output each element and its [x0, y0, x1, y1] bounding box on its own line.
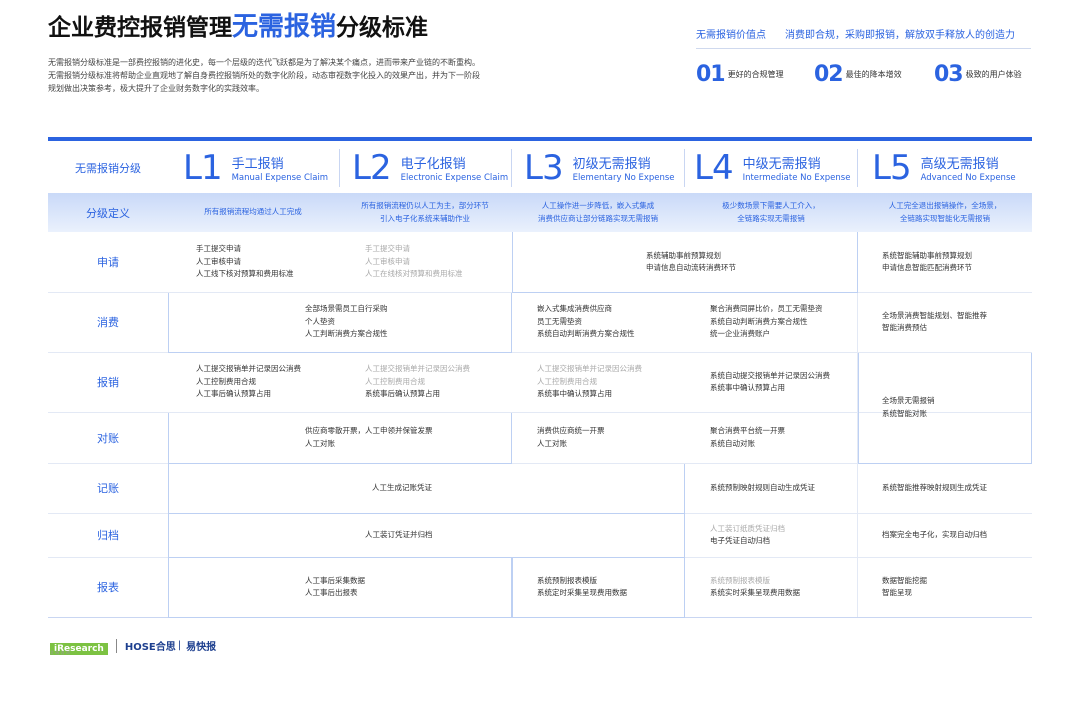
- level-header-l1: L1 手工报销 Manual Expense Claim: [183, 148, 329, 188]
- row-label-bookkeeping: 记账: [97, 482, 119, 495]
- ekuaibao-logo: 易快报: [186, 642, 217, 653]
- header-divider: [511, 149, 512, 187]
- logo-separator: |: [177, 640, 182, 651]
- cell-report-l1-l2: 人工事后采集数据 人工事后出报表: [305, 575, 365, 598]
- cell-reconcile-l3: 消费供应商统一开票 人工对账: [537, 426, 605, 448]
- row-label-definition: 分级定义: [86, 206, 130, 220]
- cell-consume-l3: 嵌入式集成消费供应商 员工无需垫资 系统自动判断消费方案合规性: [537, 304, 635, 339]
- cell-archive-l4: 人工装订纸质凭证归档 电子凭证自动归档: [710, 523, 785, 546]
- row-label-archive: 归档: [97, 529, 119, 542]
- cell-apply-l1: 手工提交申请 人工审核申请 人工线下核对预算和费用标准: [196, 244, 294, 279]
- cell-archive-l5: 档案完全电子化，实现自动归档: [882, 529, 987, 539]
- cell-bookkeeping-l1-l3: 人工生成记账凭证: [372, 482, 432, 492]
- cell-consume-l5: 全场景消费智能规划、智能推荐 智能消费预估: [882, 310, 987, 333]
- page-title: 企业费控报销管理无需报销分级标准: [48, 12, 429, 42]
- cell-claim-l1: 人工提交报销单并记录因公消费 人工控制费用合规 人工事后确认预算占用: [196, 364, 301, 399]
- cell-apply-l3-l4: 系统辅助事前预算规划 申请信息自动流转消费环节: [646, 250, 736, 273]
- row-label-claim: 报销: [97, 376, 119, 389]
- value-item: 01 更好的合规管理: [696, 62, 784, 87]
- definition-l5: 人工完全退出报销操作，全场景， 全链路实现智能化无需报销: [888, 201, 1002, 223]
- value-box-divider: [696, 48, 1031, 49]
- cell-report-l5: 数据智能挖掘 智能呈现: [882, 575, 927, 598]
- cell-archive-l1-l3: 人工装订凭证并归档: [365, 529, 433, 539]
- footer-logos: iResearch 艾 瑞 咨 询 HOSE合思 | 易快报: [50, 636, 216, 655]
- cell-claim-l2: 人工提交报销单并记录因公消费 人工控制费用合规 系统事后确认预算占用: [365, 364, 470, 399]
- header-divider: [339, 149, 340, 187]
- table-top-bar: [48, 137, 1032, 141]
- value-box-title: 无需报销价值点: [696, 30, 766, 41]
- cell-consume-l4: 聚合消费同屏比价，员工无需垫资 系统自动判断消费方案合规性 统一企业消费账户: [710, 304, 823, 339]
- cell-claim-l4: 系统自动提交报销单并记录因公消费 系统事中确认预算占用: [710, 370, 830, 393]
- row-label-report: 报表: [97, 581, 119, 594]
- definition-l2: 所有报销流程仍以人工为主，部分环节 引入电子化系统来辅助作业: [361, 201, 489, 223]
- cell-apply-l2: 手工提交申请 人工审核申请 人工在线核对预算和费用标准: [365, 244, 463, 279]
- level-header-l5: L5 高级无需报销 Advanced No Expense: [872, 148, 1016, 188]
- iresearch-logo: iResearch 艾 瑞 咨 询: [50, 636, 108, 655]
- cell-bookkeeping-l4: 系统预制映射规则自动生成凭证: [710, 482, 815, 492]
- definition-l3: 人工操作进一步降低，嵌入式集成 消费供应商让部分链路实现无需报销: [538, 201, 658, 223]
- cell-consume-l1-l2: 全部场景需员工自行采购 个人垫资 人工判断消费方案合规性: [305, 304, 388, 339]
- definition-l1: 所有报销流程均通过人工完成: [204, 207, 302, 217]
- cell-claim-l3: 人工提交报销单并记录因公消费 人工控制费用合规 系统事中确认预算占用: [537, 364, 642, 399]
- row-label-consume: 消费: [97, 316, 119, 329]
- level-header-l2: L2 电子化报销 Electronic Expense Claim: [352, 148, 509, 188]
- cell-claim-reconcile-l5: 全场景无需报销 系统智能对账: [882, 396, 935, 418]
- header-divider: [857, 149, 858, 187]
- value-item: 02 最佳的降本增效: [814, 62, 902, 87]
- footer-divider: [115, 638, 117, 653]
- value-item: 03 极致的用户体验: [934, 62, 1022, 87]
- intro-text: 无需报销分级标准是一部费控报销的进化史，每一个层级的迭代飞跃都是为了解决某个痛点…: [48, 58, 480, 93]
- row-label-reconcile: 对账: [97, 431, 119, 445]
- cell-reconcile-l4: 聚合消费平台统一开票 系统自动对账: [710, 426, 785, 448]
- hose-logo: HOSE合思: [124, 642, 176, 653]
- cell-reconcile-l1-l2: 供应商零散开票，人工申领并保管发票 人工对账: [305, 426, 433, 448]
- table-header-label: 无需报销分级: [75, 162, 141, 175]
- cell-report-l3: 系统预制报表模版 系统定时采集呈现费用数据: [537, 575, 627, 598]
- row-label-apply: 申请: [97, 256, 119, 269]
- level-header-l3: L3 初级无需报销 Elementary No Expense: [524, 148, 675, 188]
- definition-l4: 极少数场景下需要人工介入， 全链路实现无需报销: [722, 201, 820, 223]
- cell-apply-l5: 系统智能辅助事前预算规划 申请信息智能匹配消费环节: [882, 250, 972, 273]
- level-header-l4: L4 中级无需报销 Intermediate No Expense: [694, 148, 851, 188]
- value-box-slogan: 消费即合规，采购即报销，解放双手释放人的创造力: [785, 30, 1015, 41]
- cell-bookkeeping-l5: 系统智能推荐映射规则生成凭证: [882, 482, 987, 492]
- cell-report-l4: 系统预制报表模版 系统实时采集呈现费用数据: [710, 575, 800, 598]
- header-divider: [684, 149, 685, 187]
